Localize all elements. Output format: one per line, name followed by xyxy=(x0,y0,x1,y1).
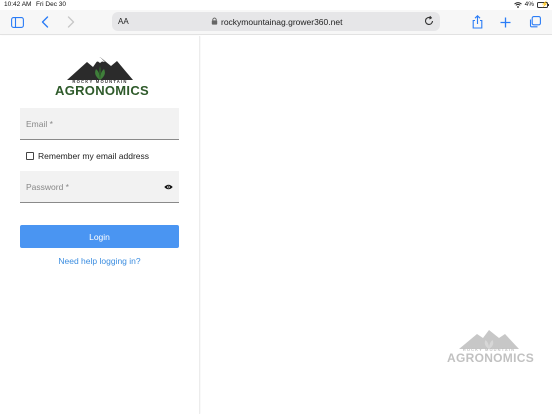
login-button[interactable]: Login xyxy=(20,225,179,248)
watermark-text-big: AGRONOMICS xyxy=(447,351,534,365)
status-time: 10:42 AM xyxy=(4,1,32,8)
status-date: Fri Dec 30 xyxy=(36,1,66,8)
company-logo: ROCKY MOUNTAIN AGRONOMICS xyxy=(55,54,149,98)
remember-email-row[interactable]: Remember my email address xyxy=(26,151,149,161)
address-bar[interactable]: AA rockymountainag.grower360.net xyxy=(112,12,440,31)
password-field[interactable]: Password * xyxy=(20,171,179,203)
back-icon[interactable] xyxy=(37,14,53,30)
status-bar: 10:42 AM Fri Dec 30 4% ⚡ xyxy=(0,0,552,10)
browser-toolbar: AA rockymountainag.grower360.net xyxy=(0,10,552,35)
wifi-icon xyxy=(513,1,522,8)
reload-icon[interactable] xyxy=(422,14,436,28)
mountain-logo-icon xyxy=(67,57,133,80)
lock-icon xyxy=(211,17,218,25)
email-placeholder: Email * xyxy=(26,119,53,129)
new-tab-icon[interactable] xyxy=(497,14,513,30)
text-size-button[interactable]: AA xyxy=(118,17,129,26)
remember-email-label[interactable]: Remember my email address xyxy=(38,151,149,161)
help-login-link[interactable]: Need help logging in? xyxy=(20,256,179,266)
battery-icon: ⚡ xyxy=(537,1,549,8)
watermark-logo: ROCKY MOUNTAIN AGRONOMICS xyxy=(447,328,534,368)
status-right: 4% ⚡ xyxy=(513,1,549,8)
eye-icon[interactable] xyxy=(164,184,173,190)
forward-icon[interactable] xyxy=(63,14,79,30)
email-field[interactable]: Email * xyxy=(20,108,179,140)
battery-percent: 4% xyxy=(524,1,534,8)
remember-email-checkbox[interactable] xyxy=(26,152,34,160)
sidebar-icon[interactable] xyxy=(9,14,25,30)
password-placeholder: Password * xyxy=(26,182,69,192)
logo-text-big: AGRONOMICS xyxy=(55,83,149,98)
content-area: ROCKY MOUNTAIN AGRONOMICS xyxy=(201,36,552,414)
login-panel: ROCKY MOUNTAIN AGRONOMICS Email * Rememb… xyxy=(0,36,200,414)
url-text: rockymountainag.grower360.net xyxy=(221,17,343,27)
share-icon[interactable] xyxy=(469,14,485,30)
tabs-icon[interactable] xyxy=(527,14,543,30)
